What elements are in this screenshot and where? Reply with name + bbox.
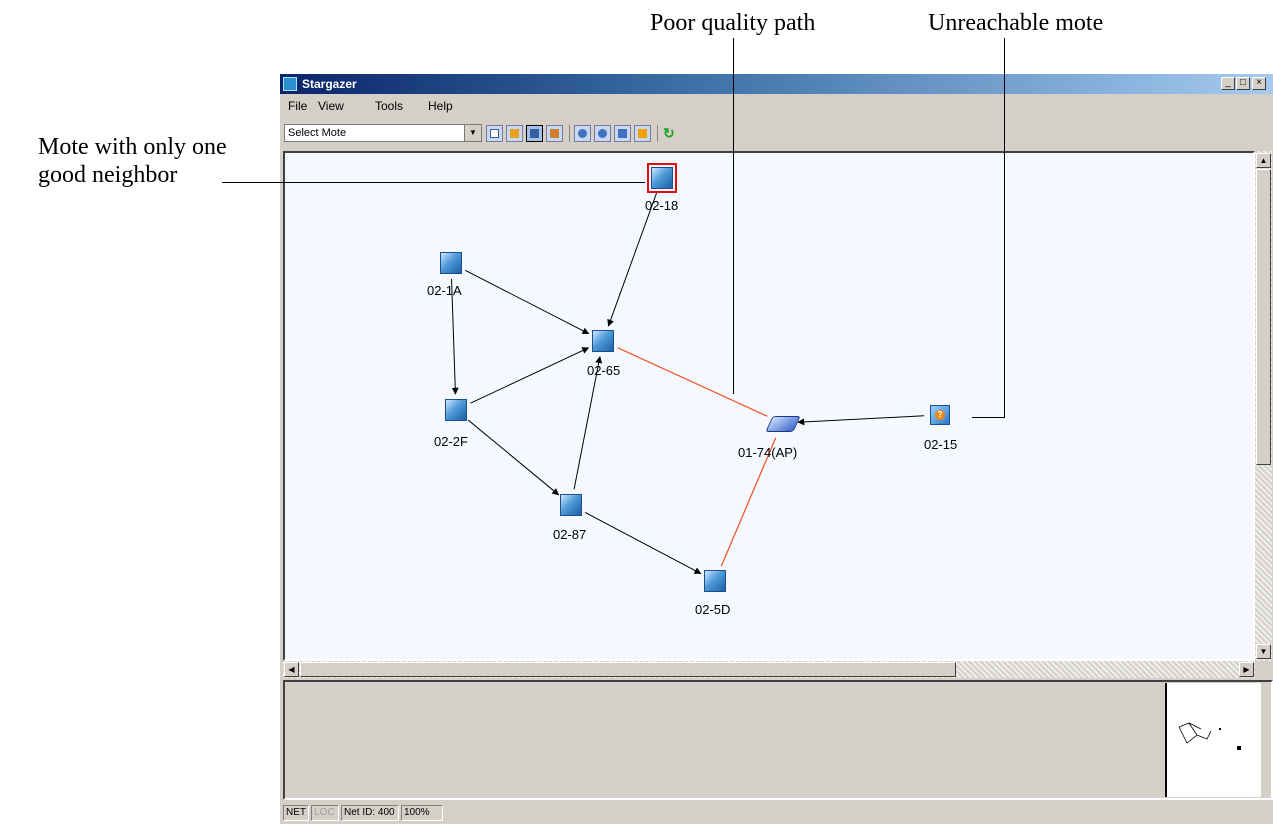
list-icon [490, 129, 499, 138]
scroll-left-button[interactable]: ◀ [284, 662, 299, 677]
overview-minimap[interactable] [1165, 683, 1261, 797]
mote-select-value: Select Mote [288, 127, 347, 139]
scroll-up-button[interactable]: ▲ [1256, 153, 1271, 168]
zoom-fit-icon [618, 129, 627, 138]
mote-icon[interactable] [560, 494, 582, 516]
minimap-graph [1178, 722, 1241, 750]
mote-icon[interactable] [440, 252, 462, 274]
minimize-button[interactable]: _ [1221, 77, 1235, 90]
link-02-15-01-74 [797, 415, 925, 426]
scroll-right-button[interactable]: ▶ [1239, 662, 1254, 677]
view-list-button[interactable] [486, 125, 503, 142]
minimap-node [1219, 728, 1221, 730]
app-icon [283, 77, 297, 91]
title-bar[interactable]: Stargazer _ □ × [280, 74, 1273, 94]
network-canvas[interactable]: 02-18 02-1A 02-65 02-2F 01-74(AP)? 02-15 02-87… [283, 151, 1255, 661]
status-bar: NET LOC Net ID: 400 100% [280, 802, 1273, 824]
zoom-out-icon [598, 129, 607, 138]
scroll-down-button[interactable]: ▼ [1256, 644, 1271, 659]
status-zoom: 100% [401, 805, 443, 821]
chevron-down-icon[interactable]: ▼ [464, 125, 481, 141]
maximize-button[interactable]: □ [1236, 77, 1250, 90]
mote-icon[interactable] [704, 570, 726, 592]
pause-button[interactable] [634, 125, 651, 142]
mote-label: 02-15 [924, 437, 958, 452]
export-button[interactable] [546, 125, 563, 142]
network-graph [451, 192, 925, 574]
mote-label: 02-5D [695, 602, 731, 617]
annotation-unreachable-mote: Unreachable mote [928, 10, 1104, 36]
mote-label: 02-18 [645, 198, 679, 213]
pause-icon [638, 129, 647, 138]
minimap-edges [1178, 722, 1212, 744]
leader-unreachable-horizontal [972, 417, 1005, 418]
view-network-button[interactable] [526, 125, 543, 142]
close-button[interactable]: × [1252, 77, 1266, 90]
link-02-65-01-74 [617, 347, 768, 417]
network-icon [530, 129, 539, 138]
menu-help[interactable]: Help [428, 99, 453, 113]
vertical-scroll-thumb[interactable] [1256, 169, 1271, 465]
annotation-one-good-neighbor-line2: good neighbor [38, 162, 178, 188]
refresh-icon[interactable]: ↻ [663, 125, 675, 142]
toolbar-separator [569, 125, 570, 142]
menu-bar: File View Tools Help [280, 96, 1273, 116]
window-title: Stargazer [302, 77, 357, 91]
leader-one-good-neighbor [222, 182, 645, 183]
link-02-2F-02-65 [470, 347, 590, 404]
horizontal-scroll-thumb[interactable] [300, 662, 956, 677]
horizontal-scrollbar[interactable]: ◀ ▶ [283, 661, 1255, 678]
link-02-1A-02-65 [465, 269, 590, 335]
toolbar: Select Mote ▼ ↻ [280, 119, 1273, 147]
annotation-poor-quality-path: Poor quality path [650, 10, 816, 36]
view-hierarchy-button[interactable] [506, 125, 523, 142]
status-net-id: Net ID: 400 [341, 805, 399, 821]
leader-poor-quality-path [733, 38, 734, 394]
zoom-fit-button[interactable] [614, 125, 631, 142]
minimap-viewport [1237, 746, 1241, 750]
leader-unreachable-vertical [1004, 38, 1005, 418]
mote-label: 02-2F [434, 434, 468, 449]
mote-icon[interactable] [592, 330, 614, 352]
hierarchy-icon [510, 129, 519, 138]
vertical-scrollbar[interactable]: ▲ ▼ [1255, 151, 1272, 661]
mote-label: 02-87 [553, 527, 587, 542]
stargazer-window: Stargazer _ □ × File View Tools Help Sel… [280, 74, 1273, 824]
annotation-one-good-neighbor-line1: Mote with only one [38, 134, 227, 160]
zoom-in-icon [578, 129, 587, 138]
mote-label: 02-1A [427, 283, 462, 298]
status-loc: LOC [311, 805, 339, 821]
export-icon [550, 129, 559, 138]
menu-tools[interactable]: Tools [375, 99, 403, 113]
unreachable-mote-icon[interactable]: ? [930, 405, 950, 425]
menu-view[interactable]: View [318, 99, 344, 113]
detail-panel [283, 680, 1273, 800]
zoom-in-button[interactable] [574, 125, 591, 142]
mote-icon[interactable] [445, 399, 467, 421]
mote-label: 02-65 [587, 363, 621, 378]
link-02-2F-02-87 [468, 419, 560, 496]
mote-label: 01-74(AP) [738, 445, 798, 460]
toolbar-separator [657, 125, 658, 142]
warning-icon: ? [935, 410, 945, 420]
menu-file[interactable]: File [288, 99, 307, 113]
status-net: NET [283, 805, 309, 821]
mote-icon[interactable] [647, 163, 677, 193]
link-02-87-02-5D [584, 512, 702, 574]
mote-select[interactable]: Select Mote ▼ [284, 124, 482, 142]
zoom-out-button[interactable] [594, 125, 611, 142]
